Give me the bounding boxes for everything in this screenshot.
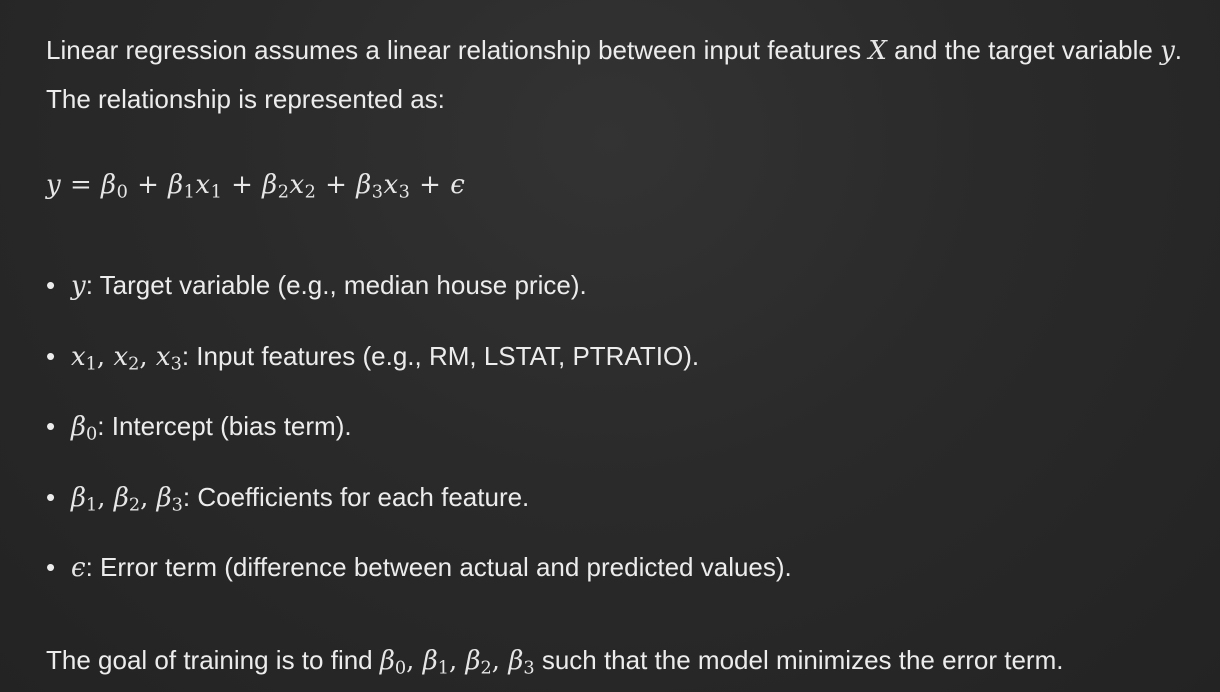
regression-equation: y = β0 + β1x1 + β2x2 + β3x3 + ϵ <box>46 170 466 203</box>
math-x-list: x1, x2, x3 <box>71 341 182 374</box>
list-item-text: : Coefficients for each feature. <box>182 481 530 512</box>
list-item-coefficients: • β1, β2, β3: Coefficients for each featu… <box>46 474 792 545</box>
math-y: y <box>1160 36 1175 66</box>
bullet-icon: • <box>46 340 56 371</box>
list-item-text: : Intercept (bias term). <box>97 411 352 441</box>
list-item-target: • y: Target variable (e.g., median house … <box>46 262 792 333</box>
list-item-intercept: • β0: Intercept (bias term). <box>46 403 792 474</box>
outro-text-b: such that the model minimizes the error … <box>534 645 1064 675</box>
list-item-text: : Error term (difference between actual … <box>85 552 792 582</box>
list-item-error: • ϵ: Error term (difference between actua… <box>46 544 792 615</box>
math-y: y <box>71 271 86 301</box>
list-item-features: • x1, x2, x3: Input features (e.g., RM, L… <box>46 333 792 404</box>
intro-text-a: Linear regression assumes a linear relat… <box>46 35 869 65</box>
definitions-list: • y: Target variable (e.g., median house … <box>46 262 792 615</box>
math-beta0: β0 <box>71 412 98 445</box>
outro-text-a: The goal of training is to find <box>46 645 380 675</box>
math-beta-list: β1, β2, β3 <box>71 482 183 515</box>
bullet-icon: • <box>46 552 56 582</box>
math-beta-all: β0, β1, β2, β3 <box>379 646 535 679</box>
bullet-icon: • <box>46 411 56 441</box>
math-epsilon: ϵ <box>71 553 86 583</box>
list-item-text: : Target variable (e.g., median house pr… <box>85 270 587 300</box>
bullet-icon: • <box>46 481 56 512</box>
bullet-icon: • <box>46 270 56 300</box>
list-item-text: : Input features (e.g., RM, LSTAT, PTRAT… <box>181 340 700 371</box>
math-X: X <box>868 36 887 66</box>
intro-text-b: and the target variable <box>886 35 1161 65</box>
intro-paragraph: Linear regression assumes a linear relat… <box>46 26 1196 123</box>
outro-paragraph: The goal of training is to find β0, β1, … <box>46 636 1206 685</box>
